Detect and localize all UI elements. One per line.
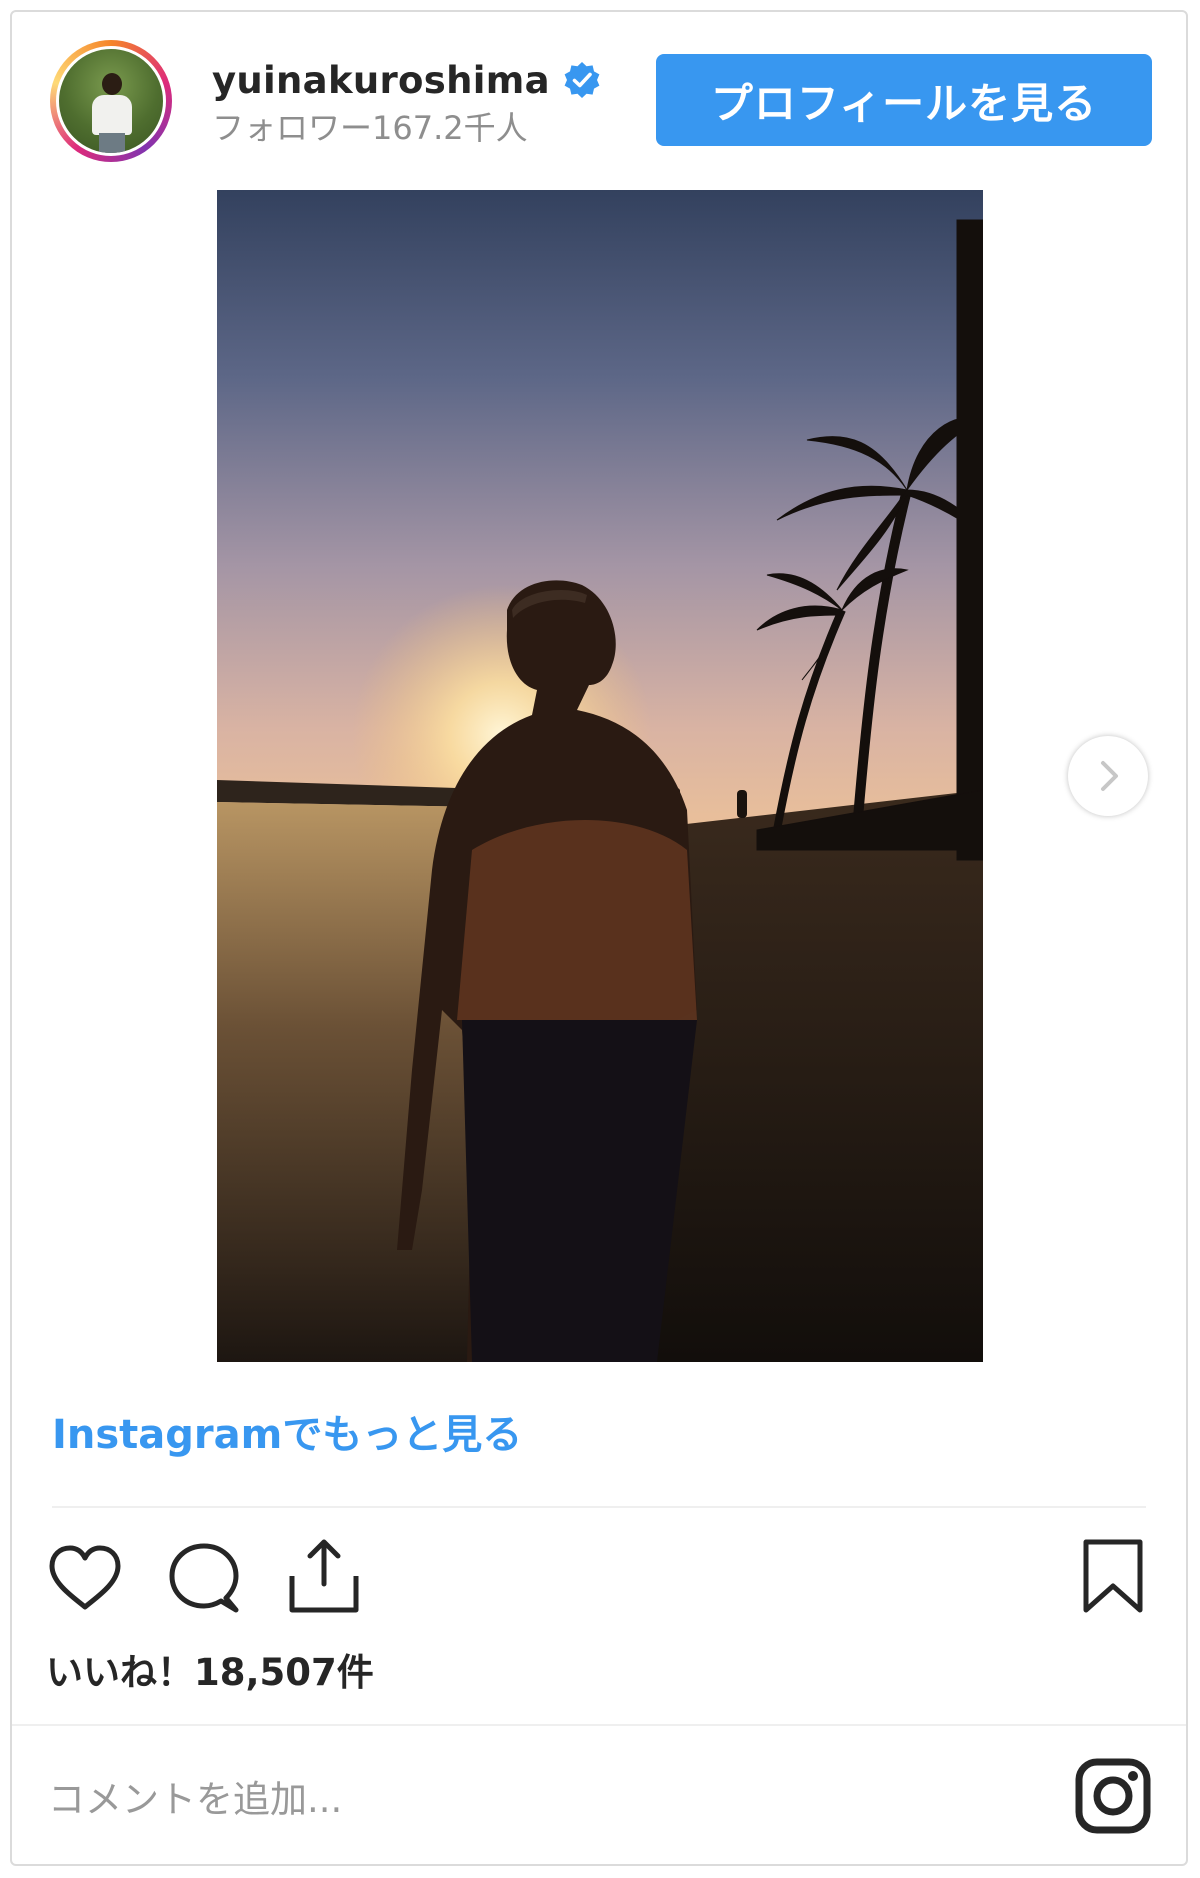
username[interactable]: yuinakuroshima [212,58,550,104]
avatar-image [56,46,166,156]
like-count: いいね！18,507件 [46,1651,374,1694]
comment-icon[interactable] [166,1540,242,1616]
avatar[interactable] [50,40,172,162]
next-photo-button[interactable] [1068,736,1148,816]
heart-icon[interactable] [46,1542,124,1614]
bookmark-icon[interactable] [1080,1536,1146,1616]
instagram-logo-icon[interactable] [1073,1756,1153,1836]
follower-count: フォロワー167.2千人 [212,109,528,147]
verified-badge-icon [564,62,600,98]
more-on-instagram-link[interactable]: Instagramでもっと見る [52,1410,522,1460]
chevron-right-icon [1101,761,1118,791]
view-profile-button[interactable]: プロフィールを見る [656,54,1152,146]
divider [52,1506,1146,1508]
share-icon[interactable] [286,1536,362,1616]
comment-input[interactable] [46,1768,950,1830]
post-photo[interactable] [217,190,983,1362]
divider [12,1724,1186,1726]
